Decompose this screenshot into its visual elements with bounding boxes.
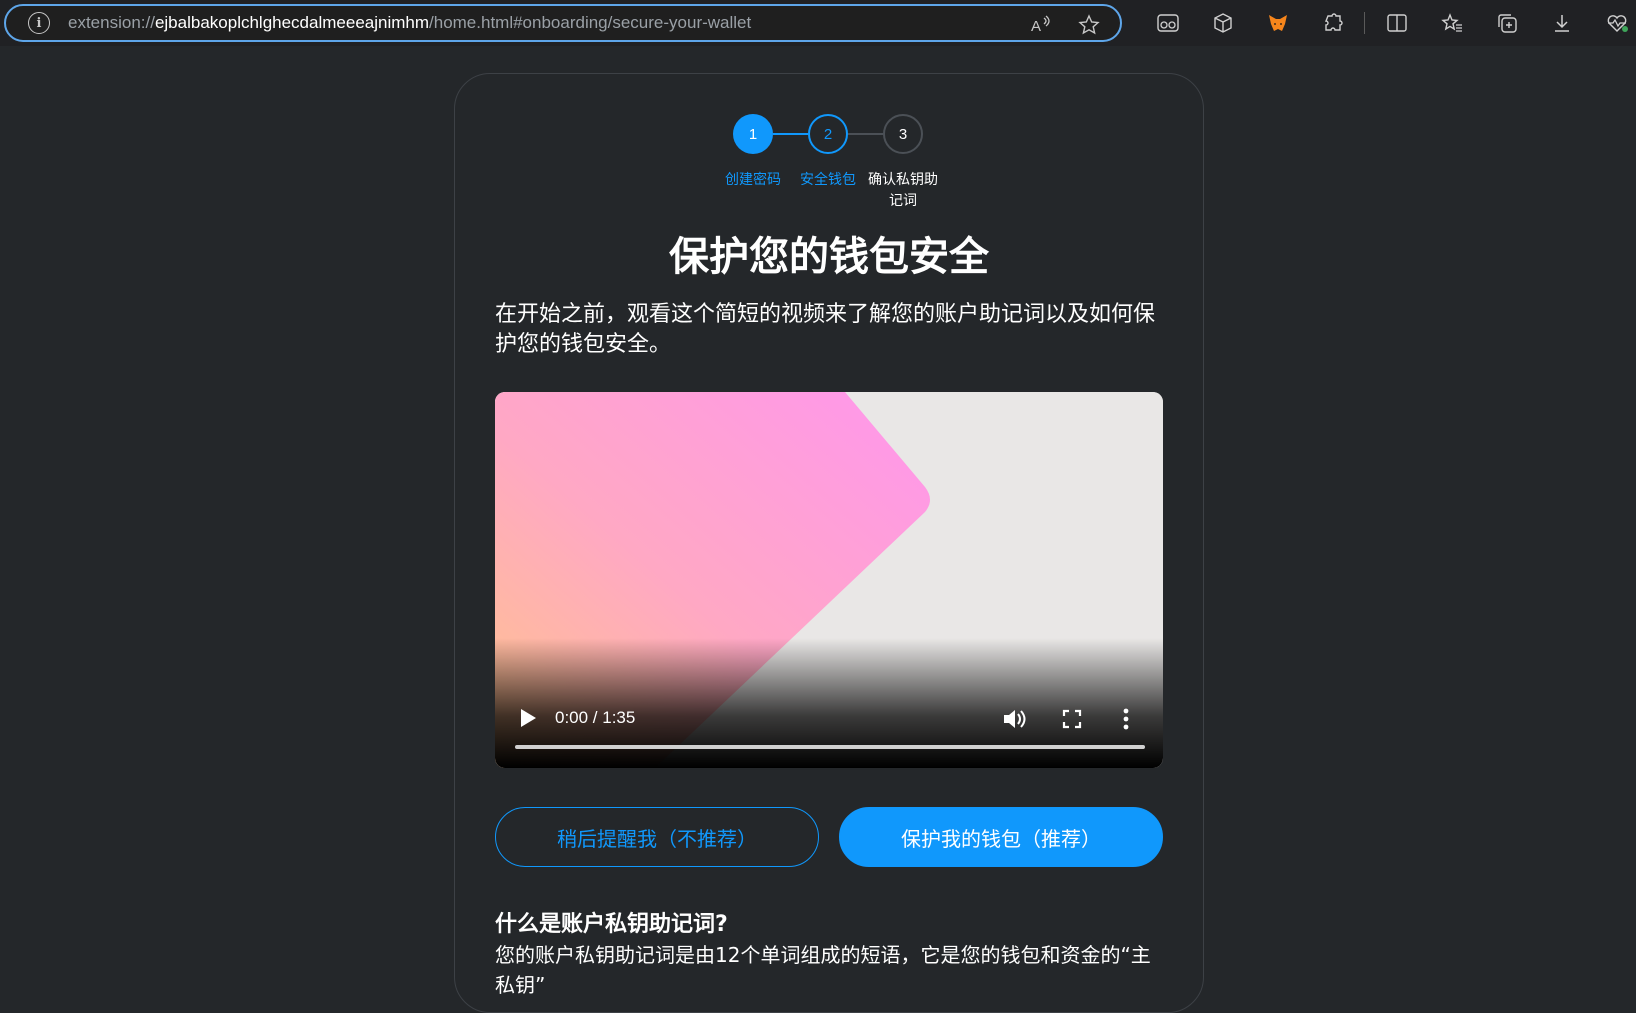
faq-text: 您的账户私钥助记词是由12个单词组成的短语，它是您的钱包和资金的“主私钥”	[495, 943, 1151, 997]
volume-icon[interactable]	[1001, 706, 1027, 732]
address-bar[interactable]: i extension://ejbalbakoplchlghecdalmeeea…	[4, 4, 1122, 42]
step-3-indicator: 3	[883, 114, 923, 154]
extensions-icon[interactable]	[1305, 8, 1360, 38]
favorite-star-icon[interactable]	[1076, 12, 1102, 38]
play-icon[interactable]	[519, 708, 537, 728]
video-progress-bar[interactable]	[515, 745, 1145, 749]
fullscreen-icon[interactable]	[1061, 708, 1083, 730]
more-options-icon[interactable]	[1121, 706, 1131, 732]
video-time: 0:00 / 1:35	[555, 708, 636, 727]
reader-mode-icon[interactable]	[1140, 8, 1195, 38]
metamask-fox-icon[interactable]	[1250, 8, 1305, 38]
toolbar-divider	[1364, 12, 1365, 34]
svg-text:A: A	[1031, 18, 1041, 35]
downloads-icon[interactable]	[1534, 8, 1589, 38]
video-player[interactable]: 0:00 / 1:35	[495, 392, 1163, 768]
step-1-label: 创建密码	[725, 172, 781, 188]
page-description: 在开始之前，观看这个简短的视频来了解您的账户助记词以及如何保护您的钱包安全。	[495, 302, 1156, 357]
onboarding-card: 1 2 3 创建密码 安全钱包 确认私钥助 记词 保护您的钱包安全 在开始之前，…	[454, 73, 1204, 1013]
secure-wallet-button[interactable]: 保护我的钱包（推荐）	[839, 807, 1163, 867]
cube-extension-icon[interactable]	[1195, 8, 1250, 38]
stepper-connector	[773, 133, 808, 135]
step-3-label: 确认私钥助 记词	[863, 170, 943, 212]
read-aloud-icon[interactable]: A	[1028, 12, 1054, 38]
site-info-icon[interactable]: i	[28, 12, 50, 34]
favorites-icon[interactable]	[1424, 8, 1479, 38]
page-title: 保护您的钱包安全	[669, 234, 989, 280]
video-controls: 0:00 / 1:35	[495, 678, 1163, 768]
browser-toolbar: i extension://ejbalbakoplchlghecdalmeeea…	[0, 0, 1636, 46]
stepper-connector	[848, 133, 883, 135]
collections-icon[interactable]	[1479, 8, 1534, 38]
remind-me-later-button[interactable]: 稍后提醒我（不推荐）	[495, 807, 819, 867]
progress-stepper: 1 2 3 创建密码 安全钱包 确认私钥助 记词	[455, 114, 1203, 214]
faq-title: 什么是账户私钥助记词?	[495, 912, 728, 937]
step-2-label: 安全钱包	[800, 172, 856, 188]
step-1-indicator: 1	[733, 114, 773, 154]
split-screen-icon[interactable]	[1369, 8, 1424, 38]
step-3-label-line2: 记词	[889, 193, 917, 209]
url-text[interactable]: extension://ejbalbakoplchlghecdalmeeeajn…	[68, 13, 751, 33]
step-3-label-line1: 确认私钥助	[868, 172, 938, 188]
browser-essentials-icon[interactable]	[1589, 8, 1636, 38]
step-2-indicator: 2	[808, 114, 848, 154]
